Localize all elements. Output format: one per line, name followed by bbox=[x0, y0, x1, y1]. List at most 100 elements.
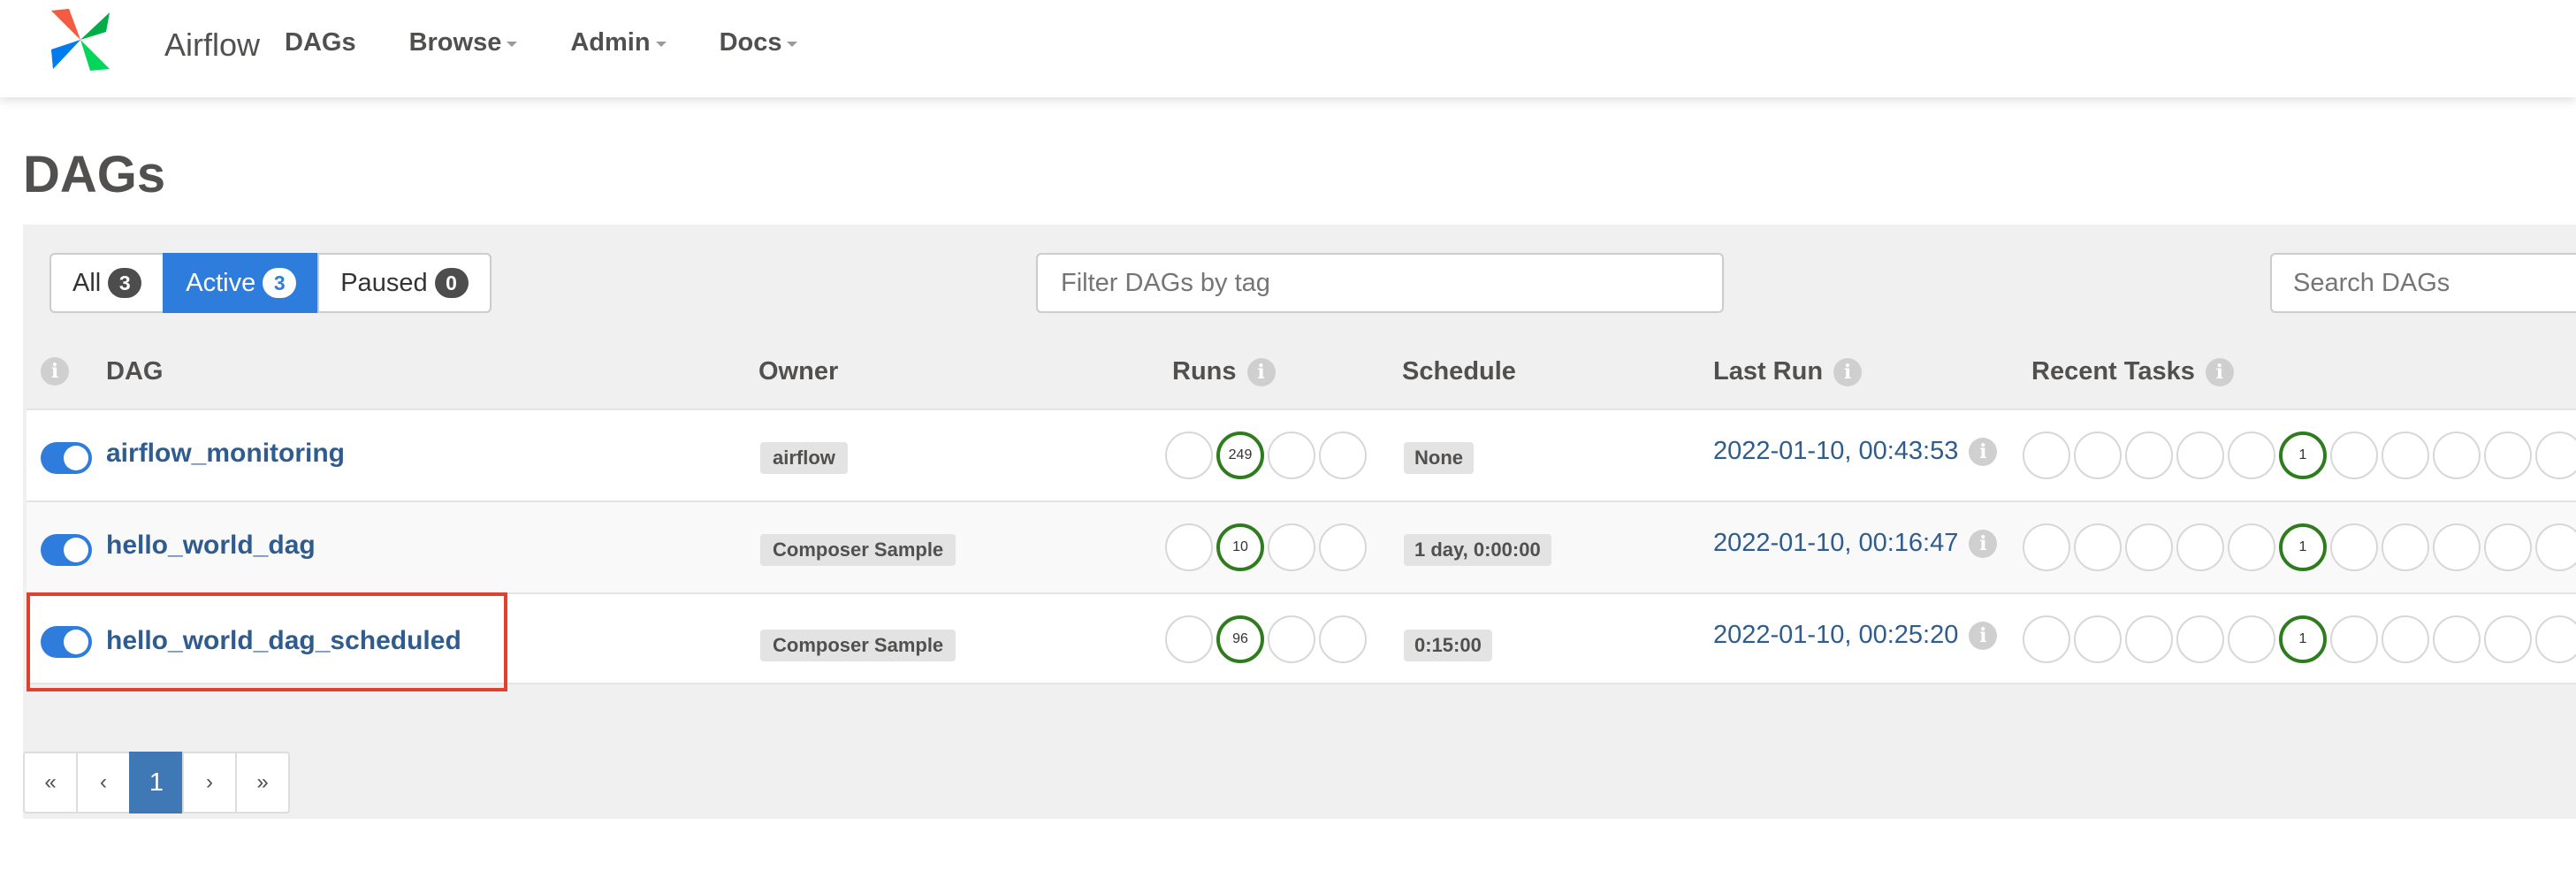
header-dag: DAG bbox=[106, 357, 163, 386]
last-run: 2022-01-10, 00:25:20 i bbox=[1713, 621, 1998, 650]
nav-admin[interactable]: Admin bbox=[570, 28, 667, 57]
last-run-link[interactable]: 2022-01-10, 00:16:47 bbox=[1713, 529, 1958, 558]
run-state-circle[interactable] bbox=[1165, 432, 1213, 479]
task-state-circle[interactable] bbox=[2330, 523, 2378, 571]
run-success-circle[interactable]: 96 bbox=[1216, 615, 1264, 663]
header-schedule-label: Schedule bbox=[1402, 357, 1516, 386]
next-page-button[interactable]: › bbox=[182, 752, 237, 813]
last-run-link[interactable]: 2022-01-10, 00:43:53 bbox=[1713, 437, 1958, 466]
task-state-circle[interactable] bbox=[2535, 523, 2576, 571]
run-state-circle[interactable] bbox=[1268, 523, 1315, 571]
task-state-circle[interactable] bbox=[2330, 432, 2378, 479]
first-page-button[interactable]: « bbox=[23, 752, 78, 813]
info-icon[interactable]: i bbox=[1969, 437, 1998, 466]
dag-pause-toggle[interactable] bbox=[41, 534, 92, 566]
task-state-circle[interactable] bbox=[2023, 432, 2070, 479]
task-state-circle[interactable] bbox=[2433, 523, 2481, 571]
dag-link[interactable]: hello_world_dag bbox=[106, 531, 316, 561]
task-state-circle[interactable] bbox=[2023, 615, 2070, 663]
recent-tasks-circles: 1 bbox=[2023, 523, 2576, 571]
task-state-circle[interactable] bbox=[2382, 432, 2429, 479]
task-state-circle[interactable] bbox=[2535, 615, 2576, 663]
task-state-circle[interactable] bbox=[2535, 432, 2576, 479]
nav-dags[interactable]: DAGs bbox=[285, 28, 356, 57]
recent-tasks-circles: 1 bbox=[2023, 615, 2576, 663]
run-state-circle[interactable] bbox=[1165, 615, 1213, 663]
filter-active-button[interactable]: Active 3 bbox=[163, 253, 320, 313]
recent-tasks-circles: 1 bbox=[2023, 432, 2576, 479]
header-last-run: Last Run i bbox=[1713, 357, 1863, 386]
header-owner-label: Owner bbox=[758, 357, 839, 386]
run-state-circle[interactable] bbox=[1268, 615, 1315, 663]
info-icon[interactable]: i bbox=[1969, 621, 1998, 650]
task-success-circle[interactable]: 1 bbox=[2279, 615, 2327, 663]
task-state-circle[interactable] bbox=[2382, 523, 2429, 571]
run-state-circle[interactable] bbox=[1165, 523, 1213, 571]
task-state-circle[interactable] bbox=[2484, 523, 2532, 571]
chevron-down-icon bbox=[787, 42, 798, 47]
schedule-tag: None bbox=[1404, 442, 1474, 474]
task-success-circle[interactable]: 1 bbox=[2279, 523, 2327, 571]
task-state-circle[interactable] bbox=[2228, 523, 2275, 571]
last-run-link[interactable]: 2022-01-10, 00:25:20 bbox=[1713, 621, 1958, 650]
nav-browse-label: Browse bbox=[408, 27, 502, 57]
dag-pause-toggle[interactable] bbox=[41, 442, 92, 474]
task-state-circle[interactable] bbox=[2125, 432, 2173, 479]
task-success-circle[interactable]: 1 bbox=[2279, 432, 2327, 479]
owner-tag[interactable]: Composer Sample bbox=[760, 630, 956, 661]
task-state-circle[interactable] bbox=[2176, 615, 2224, 663]
info-icon[interactable]: i bbox=[1833, 357, 1863, 386]
run-success-circle[interactable]: 10 bbox=[1216, 523, 1264, 571]
dag-pause-toggle[interactable] bbox=[41, 626, 92, 658]
task-state-circle[interactable] bbox=[2484, 432, 2532, 479]
airflow-home-link[interactable]: Airflow bbox=[48, 7, 278, 73]
info-icon[interactable]: i bbox=[1969, 529, 1998, 558]
runs-status-circles: 249 bbox=[1165, 432, 1370, 479]
info-icon[interactable]: i bbox=[1246, 357, 1276, 386]
run-success-circle[interactable]: 249 bbox=[1216, 432, 1264, 479]
last-page-button[interactable]: » bbox=[235, 752, 290, 813]
info-icon[interactable]: i bbox=[41, 357, 69, 386]
header-recent-tasks-label: Recent Tasks bbox=[2031, 357, 2195, 386]
task-state-circle[interactable] bbox=[2228, 432, 2275, 479]
run-state-circle[interactable] bbox=[1268, 432, 1315, 479]
prev-page-button[interactable]: ‹ bbox=[76, 752, 131, 813]
task-state-circle[interactable] bbox=[2228, 615, 2275, 663]
task-state-circle[interactable] bbox=[2074, 432, 2122, 479]
owner-tag[interactable]: Composer Sample bbox=[760, 534, 956, 566]
task-state-circle[interactable] bbox=[2176, 523, 2224, 571]
task-state-circle[interactable] bbox=[2125, 615, 2173, 663]
task-state-circle[interactable] bbox=[2023, 523, 2070, 571]
task-state-circle[interactable] bbox=[2433, 615, 2481, 663]
run-state-circle[interactable] bbox=[1319, 523, 1367, 571]
nav-docs[interactable]: Docs bbox=[720, 28, 798, 57]
filter-paused-button[interactable]: Paused 0 bbox=[317, 253, 492, 313]
nav-browse[interactable]: Browse bbox=[409, 28, 518, 57]
tag-filter-input[interactable] bbox=[1036, 253, 1724, 313]
header-recent-tasks: Recent Tasks i bbox=[2031, 357, 2234, 386]
current-page-button[interactable]: 1 bbox=[129, 752, 184, 813]
run-state-circle[interactable] bbox=[1319, 432, 1367, 479]
task-state-circle[interactable] bbox=[2176, 432, 2224, 479]
filter-all-button[interactable]: All 3 bbox=[50, 253, 165, 313]
owner-tag[interactable]: airflow bbox=[760, 442, 848, 474]
airflow-pinwheel-icon bbox=[51, 9, 110, 71]
task-state-circle[interactable] bbox=[2433, 432, 2481, 479]
run-state-circle[interactable] bbox=[1319, 615, 1367, 663]
search-dags-input[interactable] bbox=[2270, 253, 2576, 313]
header-info: i bbox=[41, 357, 69, 386]
nav-dags-label: DAGs bbox=[285, 27, 356, 57]
page-title: DAGs bbox=[23, 146, 166, 203]
task-state-circle[interactable] bbox=[2074, 615, 2122, 663]
table-row: hello_world_dag_scheduled Composer Sampl… bbox=[27, 592, 2576, 684]
nav-docs-label: Docs bbox=[719, 27, 782, 57]
task-state-circle[interactable] bbox=[2382, 615, 2429, 663]
info-icon[interactable]: i bbox=[2205, 357, 2234, 386]
task-state-circle[interactable] bbox=[2330, 615, 2378, 663]
task-state-circle[interactable] bbox=[2484, 615, 2532, 663]
dag-link[interactable]: hello_world_dag_scheduled bbox=[106, 626, 461, 656]
task-state-circle[interactable] bbox=[2125, 523, 2173, 571]
task-state-circle[interactable] bbox=[2074, 523, 2122, 571]
dag-link[interactable]: airflow_monitoring bbox=[106, 439, 345, 469]
top-navbar: Airflow DAGs Browse Admin Docs bbox=[0, 0, 2576, 97]
